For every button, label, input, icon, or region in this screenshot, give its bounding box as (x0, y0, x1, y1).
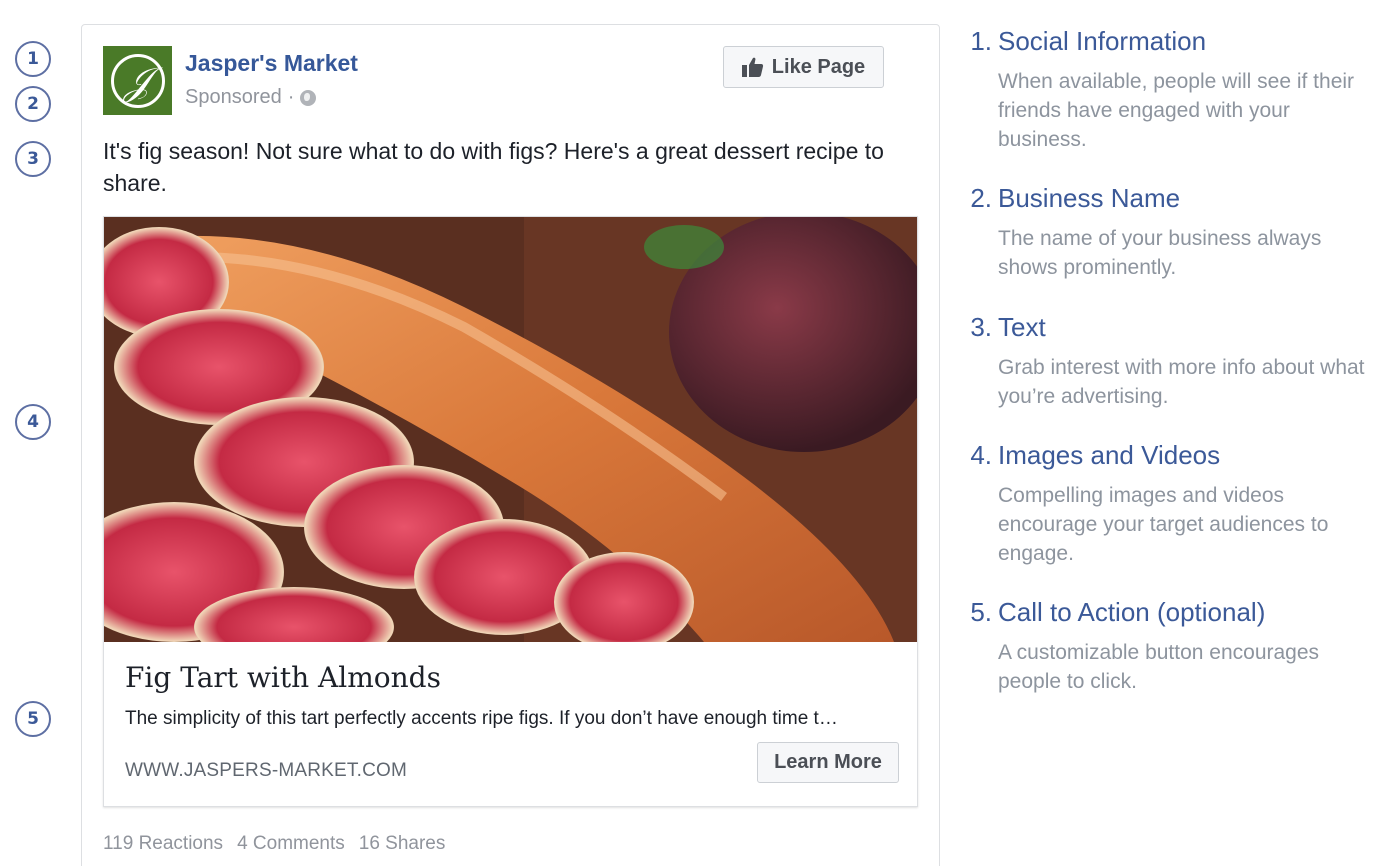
shares-count[interactable]: 16 Shares (359, 833, 446, 855)
legend-heading: 2. Business Name (970, 183, 1365, 214)
link-description: The simplicity of this tart perfectly ac… (125, 708, 838, 729)
legend-title: Text (998, 312, 1046, 342)
fig-tart-image[interactable] (104, 217, 917, 642)
like-page-button[interactable]: Like Page (723, 46, 884, 88)
marker-5: 5 (15, 701, 51, 737)
marker-3: 3 (15, 141, 51, 177)
post-meta: Sponsored · (185, 86, 317, 109)
page-avatar[interactable]: 𝒥 (103, 46, 172, 115)
legend-item-social-information: 1. Social Information When available, pe… (970, 26, 1365, 154)
link-domain: WWW.JASPERS-MARKET.COM (125, 760, 408, 781)
post-text: It's fig season! Not sure what to do wit… (103, 138, 884, 196)
legend-number: 1. (970, 26, 992, 56)
marker-4: 4 (15, 404, 51, 440)
globe-icon[interactable] (300, 89, 317, 106)
legend-number: 5. (970, 597, 992, 627)
legend-description: Grab interest with more info about what … (998, 356, 1365, 408)
learn-more-button[interactable]: Learn More (757, 742, 899, 783)
legend-description: The name of your business always shows p… (998, 227, 1322, 279)
thumbs-up-icon (741, 57, 764, 77)
sponsored-label[interactable]: Sponsored (185, 86, 282, 109)
page-name-link[interactable]: Jasper's Market (185, 50, 358, 77)
jaspers-market-logo-icon: 𝒥 (110, 53, 165, 108)
link-title[interactable]: Fig Tart with Almonds (125, 661, 441, 694)
legend-number: 3. (970, 312, 992, 342)
legend-item-call-to-action: 5. Call to Action (optional) A customiza… (970, 597, 1365, 696)
legend-heading: 5. Call to Action (optional) (970, 597, 1365, 628)
meta-separator: · (287, 86, 295, 108)
legend-number: 2. (970, 183, 992, 213)
legend-title: Business Name (998, 183, 1181, 213)
legend-heading: 1. Social Information (970, 26, 1365, 57)
reactions-count[interactable]: 119 Reactions (103, 833, 223, 855)
legend-title: Images and Videos (998, 440, 1221, 470)
legend-description: When available, people will see if their… (998, 70, 1355, 151)
like-page-label: Like Page (771, 55, 866, 78)
marker-1: 1 (15, 41, 51, 77)
legend-title: Call to Action (optional) (998, 597, 1266, 627)
legend-heading: 3. Text (970, 312, 1365, 343)
link-attachment[interactable]: Fig Tart with Almonds The simplicity of … (103, 216, 918, 807)
legend-title: Social Information (998, 26, 1207, 56)
legend-description: A customizable button encourages people … (998, 641, 1320, 693)
legend-number: 4. (970, 440, 992, 470)
legend-heading: 4. Images and Videos (970, 440, 1365, 471)
comments-count[interactable]: 4 Comments (237, 833, 345, 855)
legend-item-images-and-videos: 4. Images and Videos Compelling images a… (970, 440, 1365, 568)
marker-2: 2 (15, 86, 51, 122)
legend-item-text: 3. Text Grab interest with more info abo… (970, 312, 1365, 411)
engagement-bar: 119 Reactions 4 Comments 16 Shares (103, 833, 445, 855)
legend-description: Compelling images and videos encourage y… (998, 484, 1329, 565)
legend-item-business-name: 2. Business Name The name of your busine… (970, 183, 1365, 282)
sponsored-post: 𝒥 Jasper's Market Sponsored · Like Page … (81, 24, 940, 866)
